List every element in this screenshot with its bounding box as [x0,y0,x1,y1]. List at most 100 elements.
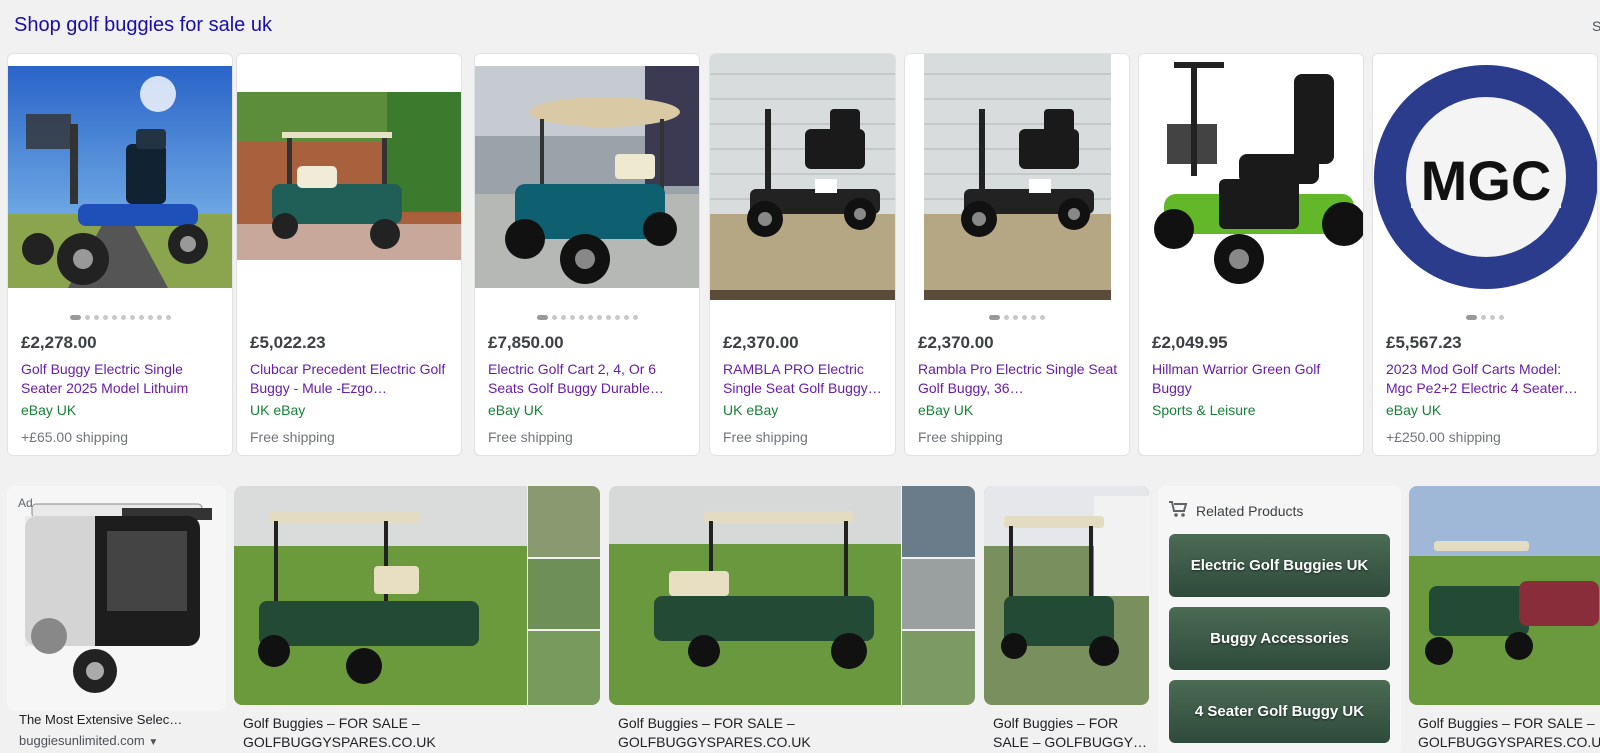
gallery-thumb[interactable] [528,486,600,557]
product-shipping: +£250.00 shipping [1386,429,1501,445]
carousel-dot[interactable] [1490,315,1495,321]
carousel-dot[interactable] [1031,315,1036,321]
cart-icon [1169,501,1188,517]
product-price: £2,049.95 [1152,333,1228,352]
carousel-dot[interactable] [1466,315,1477,321]
carousel-dot[interactable] [614,315,620,321]
product-title[interactable]: RAMBLA PRO Electric Single Seat Golf Bug… [723,360,893,398]
carousel-dot[interactable] [587,315,593,321]
carousel-dot[interactable] [596,315,602,321]
carousel-dot[interactable] [147,315,153,321]
product-price: £7,850.00 [488,333,564,352]
carousel-dot[interactable] [551,315,557,321]
see-more-link[interactable]: S [1592,18,1600,34]
carousel-dot[interactable] [120,315,126,321]
carousel-dot[interactable] [138,315,144,321]
gallery-image[interactable] [609,486,901,705]
carousel-dot[interactable] [605,315,611,321]
product-title[interactable]: Hillman Warrior Green Golf Buggy [1152,360,1357,398]
carousel-dot[interactable] [84,315,90,321]
product-image[interactable]: MGC [1373,54,1597,300]
product-price: £5,567.23 [1386,333,1462,352]
carousel-dot[interactable] [1013,315,1018,321]
product-image[interactable] [905,54,1129,300]
product-merchant: Sports & Leisure [1152,402,1256,418]
carousel-dot[interactable] [93,315,99,321]
product-image[interactable] [8,54,232,300]
carousel-dot[interactable] [1481,315,1486,321]
product-image[interactable] [1139,54,1363,300]
gallery-thumb[interactable] [902,559,975,629]
ad-tile[interactable]: Ad [7,486,226,711]
gallery-image[interactable] [984,486,1149,705]
product-merchant: UK eBay [250,402,306,418]
product-price: £2,370.00 [918,333,994,352]
product-card[interactable]: £5,022.23 Clubcar Precedent Electric Gol… [236,53,462,456]
ad-domain[interactable]: buggiesunlimited.com ▼ [19,733,158,748]
product-image[interactable] [710,54,895,300]
carousel-dot[interactable] [129,315,135,321]
gallery-caption[interactable]: Golf Buggies – FOR SALE – GOLFBUGGY… [993,714,1147,752]
product-price: £5,022.23 [250,333,326,352]
carousel-dot[interactable] [156,315,162,321]
product-merchant: eBay UK [21,402,77,418]
product-title[interactable]: Electric Golf Cart 2, 4, Or 6 Seats Golf… [488,360,693,398]
carousel-dot[interactable] [536,315,548,321]
carousel-dot[interactable] [1499,315,1504,321]
carousel-dot[interactable] [578,315,584,321]
carousel-dot[interactable] [560,315,566,321]
gallery-thumb[interactable] [902,631,975,705]
product-card[interactable]: £2,370.00 RAMBLA PRO Electric Single Sea… [709,53,896,456]
gallery-thumb[interactable] [902,486,975,557]
carousel-dot[interactable] [1022,315,1027,321]
related-products-title: Related Products [1196,503,1304,519]
carousel-dot[interactable] [623,315,629,321]
carousel-dot[interactable] [569,315,575,321]
product-title[interactable]: Clubcar Precedent Electric Golf Buggy - … [250,360,455,398]
carousel-dots[interactable] [905,309,1129,321]
carousel-dot[interactable] [69,315,81,321]
carousel-dot[interactable] [102,315,108,321]
gallery-caption[interactable]: Golf Buggies – FOR SALE – GOLFBUGGYSPARES… [243,714,436,752]
section-title[interactable]: Shop golf buggies for sale uk [14,14,272,37]
product-price: £2,370.00 [723,333,799,352]
product-price: £2,278.00 [21,333,97,352]
product-card[interactable]: £7,850.00 Electric Golf Cart 2, 4, Or 6 … [474,53,700,456]
gallery-image[interactable] [1409,486,1600,705]
gallery-thumb[interactable] [528,559,600,629]
carousel-dot[interactable] [1004,315,1009,321]
product-shipping: Free shipping [488,429,573,445]
product-shipping: +£65.00 shipping [21,429,129,445]
product-merchant: UK eBay [723,402,779,418]
product-merchant: eBay UK [918,402,974,418]
gallery-caption[interactable]: Golf Buggies – FOR SALE – GOLFBUGGYSPARES… [618,714,811,752]
ad-caption[interactable]: The Most Extensive Selec… [19,712,182,727]
product-title[interactable]: 2023 Mod Golf Carts Model: Mgc Pe2+2 Ele… [1386,360,1591,398]
related-item-buggy-accessories[interactable]: Buggy Accessories [1169,607,1390,670]
carousel-dots[interactable] [1373,309,1597,321]
product-image[interactable] [475,54,699,300]
ad-image [25,503,212,693]
product-image[interactable] [237,54,461,300]
gallery-image[interactable] [234,486,527,705]
related-item-4-seater[interactable]: 4 Seater Golf Buggy UK [1169,680,1390,743]
product-merchant: eBay UK [488,402,544,418]
product-card[interactable]: £2,370.00 Rambla Pro Electric Single Sea… [904,53,1130,456]
carousel-dot[interactable] [165,315,171,321]
gallery-caption[interactable]: Golf Buggies – FOR SALE – GOLFBUGGYSPARES… [1418,714,1600,752]
carousel-dot[interactable] [989,315,1000,321]
carousel-dots[interactable] [8,309,232,321]
carousel-dot[interactable] [111,315,117,321]
product-card[interactable]: MGC £5,567.23 2023 Mod Golf Carts Model:… [1372,53,1598,456]
product-card[interactable]: £2,278.00 Golf Buggy Electric Single Sea… [7,53,233,456]
carousel-dot[interactable] [1040,315,1045,321]
gallery-thumb[interactable] [528,631,600,705]
product-title[interactable]: Rambla Pro Electric Single Seat Golf Bug… [918,360,1123,398]
carousel-dots[interactable] [475,309,699,321]
chevron-down-icon[interactable]: ▼ [148,737,158,748]
product-shipping: Free shipping [723,429,808,445]
product-title[interactable]: Golf Buggy Electric Single Seater 2025 M… [21,360,226,398]
carousel-dot[interactable] [632,315,638,321]
related-item-electric-golf-buggies[interactable]: Electric Golf Buggies UK [1169,534,1390,597]
product-card[interactable]: £2,049.95 Hillman Warrior Green Golf Bug… [1138,53,1364,456]
